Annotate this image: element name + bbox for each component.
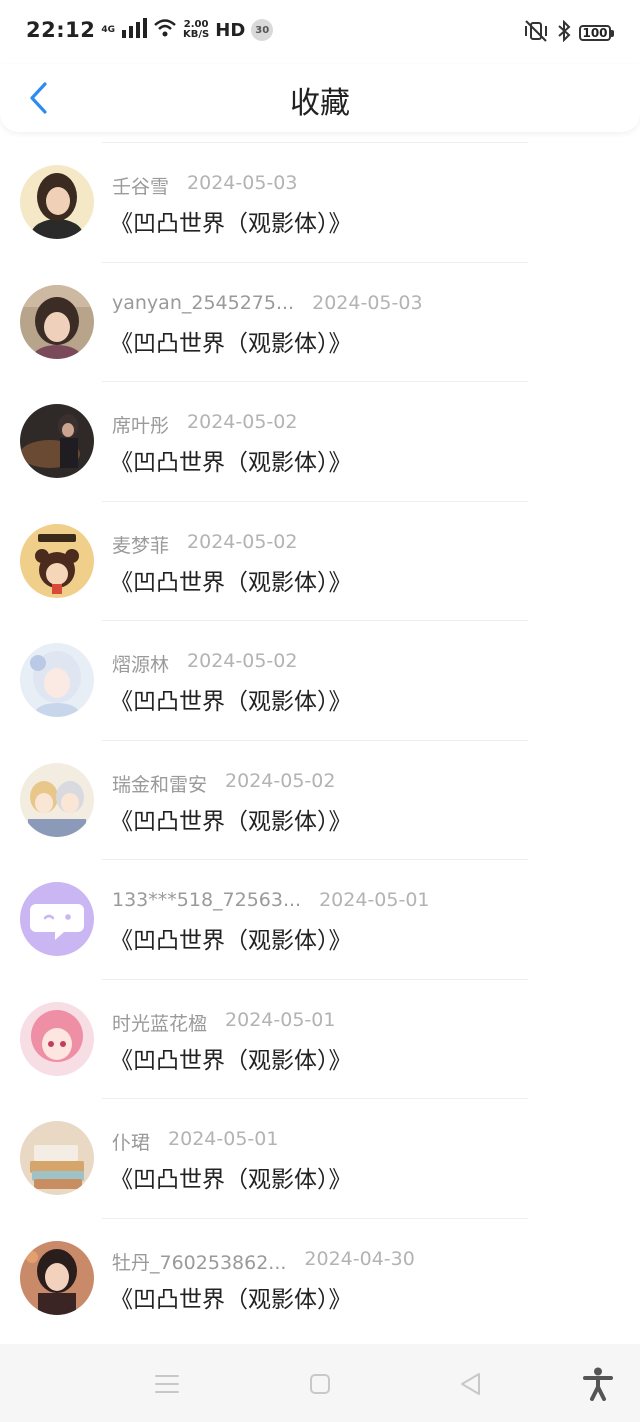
- list-item[interactable]: 瑞金和雷安 2024-05-02 《凹凸世界（观影体）》: [0, 739, 640, 860]
- divider: [102, 739, 528, 741]
- system-nav-bar: [0, 1344, 640, 1422]
- wifi-icon: [153, 18, 177, 42]
- user-name[interactable]: 壬谷雪: [112, 172, 169, 199]
- accessibility-button[interactable]: [582, 1367, 614, 1401]
- book-title[interactable]: 《凹凸世界（观影体）》: [110, 802, 352, 836]
- avatar[interactable]: [20, 523, 94, 598]
- date: 2024-05-02: [187, 530, 298, 553]
- date: 2024-05-03: [187, 172, 298, 194]
- avatar[interactable]: [20, 165, 94, 239]
- item-meta: 壬谷雪 2024-05-03: [112, 172, 297, 199]
- list-item[interactable]: yanyan_2545275... 2024-05-03 《凹凸世界（观影体）》: [0, 261, 640, 382]
- avatar[interactable]: [20, 1001, 94, 1076]
- item-meta: 仆珺 2024-05-01: [112, 1128, 278, 1155]
- list-item[interactable]: 时光蓝花楹 2024-05-01 《凹凸世界（观影体）》: [0, 978, 640, 1099]
- book-title[interactable]: 《凹凸世界（观影体）》: [110, 921, 352, 955]
- square-home-icon: [310, 1374, 330, 1394]
- divider: [102, 1217, 528, 1219]
- date: 2024-05-01: [225, 1008, 336, 1031]
- divider: [102, 859, 528, 860]
- avatar[interactable]: [20, 762, 94, 837]
- book-title[interactable]: 《凹凸世界（观影体）》: [110, 443, 352, 477]
- book-title[interactable]: 《凹凸世界（观影体）》: [110, 204, 352, 238]
- hd-indicator: HD: [215, 19, 246, 41]
- divider: [102, 620, 528, 621]
- user-name[interactable]: 133***518_72563...: [112, 889, 301, 911]
- bluetooth-icon: [557, 19, 571, 46]
- accessibility-icon: [583, 1367, 613, 1401]
- home-button[interactable]: [304, 1368, 336, 1400]
- list-item[interactable]: 仆珺 2024-05-01 《凹凸世界（观影体）》: [0, 1098, 640, 1218]
- notification-badge: 30: [251, 19, 274, 41]
- status-right: 100: [523, 19, 614, 46]
- status-left: 22:12 4G 2.00 KB/S HD 30: [26, 18, 274, 42]
- vibrate-off-icon: [523, 20, 549, 46]
- date: 2024-05-02: [225, 769, 336, 792]
- book-title[interactable]: 《凹凸世界（观影体）》: [110, 682, 352, 716]
- list-item[interactable]: 牡丹_760253862... 2024-04-30 《凹凸世界（观影体）》: [0, 1217, 640, 1338]
- nav-bar: 收藏: [0, 64, 640, 132]
- date: 2024-05-02: [187, 411, 298, 433]
- divider: [102, 978, 528, 980]
- item-meta: 麦梦菲 2024-05-02: [112, 531, 297, 558]
- divider: [102, 500, 528, 502]
- divider: [102, 142, 528, 143]
- menu-button[interactable]: [151, 1368, 183, 1400]
- book-title[interactable]: 《凹凸世界（观影体）》: [110, 563, 352, 597]
- item-meta: 席叶彤 2024-05-02: [112, 411, 297, 438]
- date: 2024-05-03: [312, 291, 423, 314]
- item-meta: 133***518_72563... 2024-05-01: [112, 889, 430, 911]
- user-name[interactable]: yanyan_2545275...: [112, 292, 294, 314]
- divider: [102, 381, 528, 382]
- book-title[interactable]: 《凹凸世界（观影体）》: [110, 324, 352, 358]
- avatar[interactable]: [20, 404, 94, 478]
- book-title[interactable]: 《凹凸世界（观影体）》: [110, 1041, 352, 1075]
- item-meta: yanyan_2545275... 2024-05-03: [112, 292, 423, 314]
- list-item[interactable]: 席叶彤 2024-05-02 《凹凸世界（观影体）》: [0, 381, 640, 501]
- divider: [102, 1098, 528, 1099]
- user-name[interactable]: 牡丹_760253862...: [112, 1248, 286, 1275]
- user-name[interactable]: 麦梦菲: [112, 531, 169, 558]
- menu-icon: [155, 1375, 179, 1393]
- date: 2024-05-02: [187, 650, 298, 672]
- list-item[interactable]: 壬谷雪 2024-05-03 《凹凸世界（观影体）》: [0, 142, 640, 262]
- book-title[interactable]: 《凹凸世界（观影体）》: [110, 1160, 352, 1194]
- favorites-list: 壬谷雪 2024-05-03 《凹凸世界（观影体）》 yanyan_254527…: [0, 142, 640, 1337]
- user-name[interactable]: 时光蓝花楹: [112, 1009, 207, 1036]
- avatar[interactable]: [20, 1240, 94, 1315]
- item-meta: 瑞金和雷安 2024-05-02: [112, 770, 335, 797]
- battery-level: 100: [579, 25, 611, 41]
- status-bar: 22:12 4G 2.00 KB/S HD 30 100: [0, 0, 640, 64]
- avatar[interactable]: [20, 643, 94, 717]
- battery-tip: [611, 29, 614, 37]
- book-title[interactable]: 《凹凸世界（观影体）》: [110, 1280, 352, 1314]
- user-name[interactable]: 席叶彤: [112, 411, 169, 438]
- list-item[interactable]: 133***518_72563... 2024-05-01 《凹凸世界（观影体）…: [0, 859, 640, 979]
- date: 2024-05-01: [319, 889, 430, 911]
- page-title: 收藏: [290, 86, 350, 121]
- triangle-back-icon: [461, 1373, 480, 1395]
- network-speed: 2.00 KB/S: [183, 20, 209, 40]
- network-type: 4G: [101, 24, 116, 35]
- user-name[interactable]: 熠源林: [112, 650, 169, 677]
- date: 2024-04-30: [304, 1247, 415, 1270]
- avatar[interactable]: [20, 882, 94, 956]
- divider: [102, 261, 528, 263]
- avatar[interactable]: [20, 1121, 94, 1195]
- signal-icon: [121, 18, 148, 42]
- date: 2024-05-01: [168, 1128, 279, 1150]
- speed-unit: KB/S: [183, 29, 210, 40]
- list-item[interactable]: 熠源林 2024-05-02 《凹凸世界（观影体）》: [0, 620, 640, 740]
- status-time: 22:12: [26, 18, 96, 42]
- battery-icon: 100: [579, 25, 614, 41]
- item-meta: 熠源林 2024-05-02: [112, 650, 297, 677]
- system-back-button[interactable]: [454, 1368, 486, 1400]
- avatar[interactable]: [20, 284, 94, 359]
- user-name[interactable]: 仆珺: [112, 1128, 150, 1155]
- user-name[interactable]: 瑞金和雷安: [112, 770, 207, 797]
- item-meta: 牡丹_760253862... 2024-04-30: [112, 1248, 415, 1275]
- item-meta: 时光蓝花楹 2024-05-01: [112, 1009, 335, 1036]
- list-item[interactable]: 麦梦菲 2024-05-02 《凹凸世界（观影体）》: [0, 500, 640, 621]
